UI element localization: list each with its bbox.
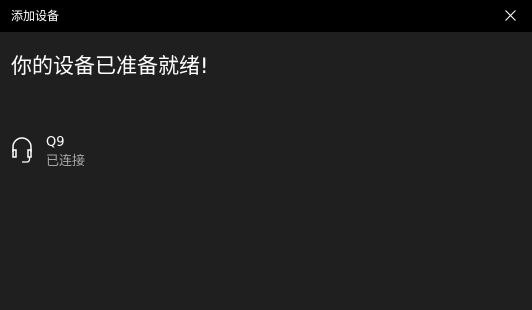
window-title: 添加设备: [11, 9, 60, 23]
page-heading: 你的设备已准备就绪!: [11, 54, 209, 78]
add-device-window: 添加设备 你的设备已准备就绪! Q9 已连接: [0, 0, 532, 310]
title-bar: 添加设备: [0, 0, 532, 32]
device-list-item[interactable]: Q9 已连接: [10, 134, 310, 176]
device-status: 已连接: [46, 154, 86, 169]
close-icon: [505, 10, 516, 21]
device-name: Q9: [46, 135, 65, 150]
close-button[interactable]: [488, 0, 532, 32]
headset-icon: [10, 136, 34, 164]
